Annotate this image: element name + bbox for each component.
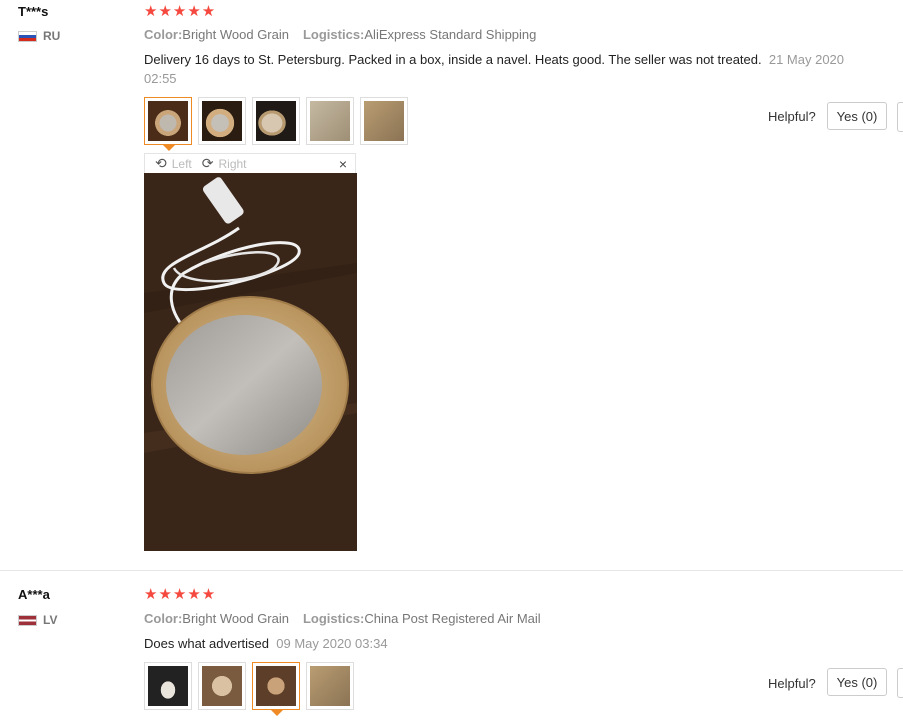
review-thumbnail[interactable] [144, 97, 192, 151]
logistics-value: China Post Registered Air Mail [364, 611, 541, 626]
helpful-yes-button[interactable]: Yes (0) [827, 668, 887, 696]
star-rating: ★★★★★ [144, 3, 217, 20]
country-code: LV [43, 613, 58, 627]
review-date: 09 May 2020 03:34 [276, 636, 388, 651]
review-photo-large [144, 173, 357, 551]
review-text: Delivery 16 days to St. Petersburg. Pack… [144, 50, 844, 88]
image-viewer-toolbar: ⟲ Left ⟳ Right × [144, 153, 356, 173]
rotate-right-label: Right [218, 156, 247, 171]
review-item: T***s RU ★★★★★ Color:Bright Wood Grain Lo… [0, 0, 903, 570]
review-body: Delivery 16 days to St. Petersburg. Pack… [144, 52, 762, 67]
close-icon[interactable]: × [339, 156, 347, 172]
logistics-label: Logistics: [302, 27, 365, 42]
star-rating: ★★★★★ [144, 586, 217, 603]
review-thumbnails [144, 662, 354, 716]
cup-warmer-photo [144, 173, 357, 551]
logistics-value: AliExpress Standard Shipping [364, 27, 537, 42]
reviewer-country: RU [18, 29, 60, 43]
review-meta: Color:Bright Wood Grain Logistics:China P… [144, 611, 541, 626]
rotate-right-icon: ⟳ [201, 155, 214, 171]
reviewer-name: A***a [18, 587, 50, 602]
latvia-flag-icon [18, 614, 37, 626]
review-thumbnail[interactable] [144, 662, 192, 710]
review-text: Does what advertised 09 May 2020 03:34 [144, 634, 388, 653]
helpful-yes-button[interactable]: Yes (0) [827, 102, 887, 130]
russia-flag-icon [18, 30, 37, 42]
rotate-left-label: Left [171, 156, 192, 171]
review-thumbnails [144, 97, 408, 151]
color-label: Color: [144, 27, 183, 42]
rotate-left-icon: ⟲ [155, 155, 167, 171]
rotate-right-button[interactable]: ⟳ Right [202, 155, 247, 172]
review-thumbnail[interactable] [252, 662, 300, 716]
helpful-no-button[interactable] [897, 102, 903, 132]
reviewer-name: T***s [18, 4, 49, 19]
review-thumbnail[interactable] [198, 662, 246, 710]
review-thumbnail[interactable] [360, 97, 408, 145]
review-body: Does what advertised [144, 636, 270, 651]
reviewer-country: LV [18, 613, 57, 627]
rotate-left-button[interactable]: ⟲ Left [155, 155, 192, 172]
logistics-label: Logistics: [302, 611, 365, 626]
review-thumbnail[interactable] [252, 97, 300, 145]
review-thumbnail[interactable] [306, 97, 354, 145]
helpful-label: Helpful? [768, 109, 816, 124]
color-value: Bright Wood Grain [182, 27, 289, 42]
review-thumbnail[interactable] [198, 97, 246, 145]
country-code: RU [43, 29, 61, 43]
color-label: Color: [144, 611, 183, 626]
review-item: A***a LV ★★★★★ Color:Bright Wood Grain Lo… [0, 570, 903, 726]
color-value: Bright Wood Grain [182, 611, 289, 626]
helpful-label: Helpful? [768, 676, 816, 691]
helpful-no-button[interactable] [897, 668, 903, 698]
review-thumbnail[interactable] [306, 662, 354, 710]
review-meta: Color:Bright Wood Grain Logistics:AliExpr… [144, 27, 536, 42]
